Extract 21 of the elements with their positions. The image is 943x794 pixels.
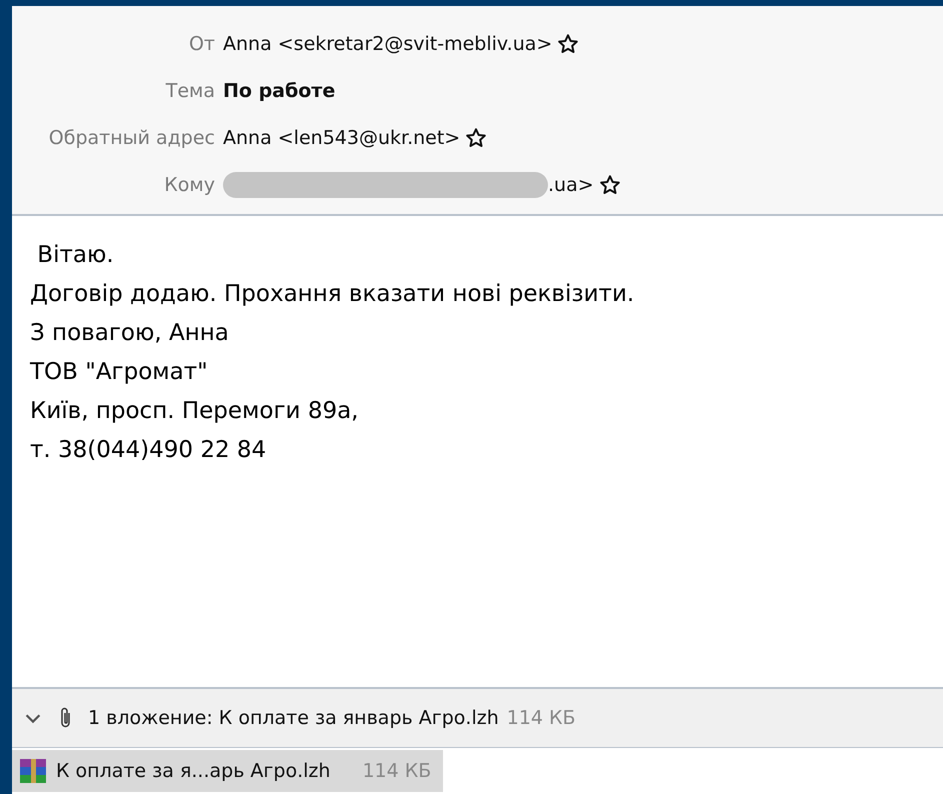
- attachment-size: 114 КБ: [506, 707, 576, 729]
- star-icon[interactable]: [557, 32, 580, 54]
- message-line: Київ, просп. Перемоги 89а,: [30, 397, 360, 426]
- message-line: т. 38(044)490 22 84: [30, 436, 268, 465]
- message-line: Вітаю.: [36, 241, 115, 270]
- field-label: Обратный адрес: [48, 126, 216, 148]
- attachment-summary[interactable]: 1 вложение: К оплате за январь Агро.lzh: [88, 707, 499, 729]
- field-label: Кому: [163, 174, 216, 196]
- message-line: Договір додаю. Прохання вказати нові реквізити.: [30, 280, 636, 309]
- attachment-item[interactable]: К оплате за я...арь Агро.lzh 114 КБ: [12, 750, 444, 792]
- star-icon[interactable]: [465, 126, 488, 148]
- address-text[interactable]: .ua>: [548, 174, 594, 196]
- message-line: ТОВ "Агромат": [30, 358, 209, 387]
- subject-text: По работе: [223, 80, 336, 102]
- field-label: От: [188, 32, 216, 54]
- address-text[interactable]: Anna <sekretar2@svit-mebliv.ua>: [223, 32, 552, 54]
- archive-icon: [18, 758, 48, 784]
- address-text[interactable]: Anna <len543@ukr.net>: [223, 126, 460, 148]
- star-icon[interactable]: [598, 174, 621, 196]
- message-line: З повагою, Анна: [30, 319, 230, 348]
- field-label: Тема: [164, 80, 216, 102]
